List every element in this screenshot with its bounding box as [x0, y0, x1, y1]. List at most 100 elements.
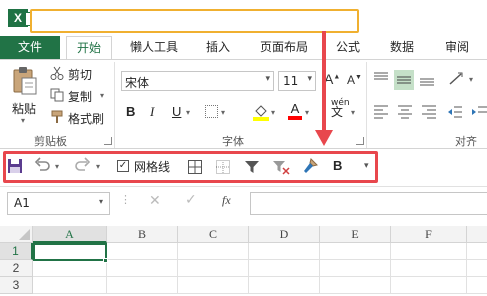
paste-button[interactable]: 粘贴 [12, 100, 36, 117]
cell[interactable] [467, 277, 487, 294]
paste-dropdown-icon[interactable]: ▾ [21, 116, 25, 125]
undo-dropdown-icon[interactable]: ▾ [55, 162, 59, 171]
name-box-dropdown-icon[interactable]: ▾ [99, 197, 103, 206]
bold-button[interactable]: B [126, 104, 135, 119]
enter-icon[interactable]: ✓ [185, 192, 197, 208]
format-painter-button[interactable]: 格式刷 [68, 110, 104, 127]
tab-insert[interactable]: 插入 [198, 36, 238, 59]
font-size-select[interactable]: 11 ▾ [278, 71, 316, 91]
tab-page-layout[interactable]: 页面布局 [254, 36, 314, 59]
customize-qat-icon[interactable]: ▾ [364, 161, 369, 171]
cell[interactable] [320, 243, 391, 260]
tab-data[interactable]: 数据 [382, 36, 422, 59]
copy-button[interactable]: 复制 [68, 88, 92, 105]
copy-dropdown-icon[interactable]: ▾ [100, 91, 104, 100]
cell[interactable] [178, 243, 249, 260]
italic-button[interactable]: I [150, 104, 154, 120]
cell[interactable] [249, 260, 320, 277]
tab-lazy-tools[interactable]: 懒人工具 [124, 36, 184, 59]
cell[interactable] [107, 260, 178, 277]
cell[interactable] [33, 277, 107, 294]
gridlines-checkbox[interactable]: ✓ [117, 160, 129, 172]
undo-icon[interactable] [34, 156, 50, 174]
increase-font-size-icon[interactable]: A▲ [324, 71, 340, 87]
font-size-dropdown-icon[interactable]: ▾ [307, 74, 312, 84]
name-box[interactable]: A1 [7, 192, 110, 215]
font-color-dropdown-icon[interactable]: ▾ [305, 108, 309, 117]
bold-qat-button[interactable]: B [333, 158, 342, 173]
cell[interactable] [107, 243, 178, 260]
cut-icon[interactable] [50, 66, 64, 80]
row-header-3[interactable]: 3 [0, 277, 33, 294]
column-header-g[interactable] [467, 226, 487, 243]
active-cell-a1[interactable] [33, 243, 107, 261]
tab-formulas[interactable]: 公式 [329, 36, 367, 59]
cell[interactable] [391, 277, 467, 294]
underline-dropdown-icon[interactable]: ▾ [186, 108, 190, 117]
format-painter-qat-icon[interactable] [302, 158, 318, 174]
align-left-icon[interactable] [372, 103, 390, 121]
font-launcher-icon[interactable] [356, 137, 364, 145]
clear-filter-icon[interactable] [272, 159, 290, 175]
borders-dropdown-icon[interactable]: ▾ [221, 108, 225, 117]
insert-function-icon[interactable]: fx [222, 193, 231, 208]
tab-file[interactable]: 文件 [0, 36, 60, 59]
phonetic-dropdown-icon[interactable]: ▾ [351, 108, 355, 117]
cancel-icon[interactable]: ✕ [149, 193, 161, 209]
row-header-2[interactable]: 2 [0, 260, 33, 277]
cell[interactable] [178, 277, 249, 294]
align-center-icon[interactable] [396, 103, 414, 121]
cell[interactable] [33, 260, 107, 277]
column-header-b[interactable]: B [107, 226, 178, 243]
cell[interactable] [320, 277, 391, 294]
cell[interactable] [320, 260, 391, 277]
tab-review[interactable]: 审阅 [437, 36, 477, 59]
column-header-a[interactable]: A [33, 226, 107, 243]
font-color-icon[interactable]: A [288, 101, 302, 120]
decrease-indent-icon[interactable] [446, 103, 464, 121]
cell[interactable] [467, 243, 487, 260]
formula-input[interactable] [250, 192, 487, 215]
copy-icon[interactable] [50, 88, 64, 102]
align-right-icon[interactable] [420, 103, 438, 121]
column-header-c[interactable]: C [178, 226, 249, 243]
underline-button[interactable]: U [172, 104, 181, 119]
fill-handle[interactable] [103, 258, 108, 263]
tab-home[interactable]: 开始 [66, 36, 112, 60]
decrease-font-size-icon[interactable]: A▼ [347, 73, 362, 87]
all-borders-icon[interactable] [188, 160, 202, 174]
column-header-d[interactable]: D [249, 226, 320, 243]
no-border-icon[interactable] [216, 160, 230, 174]
align-bottom-icon[interactable] [418, 70, 436, 88]
paste-icon[interactable] [12, 66, 38, 96]
redo-dropdown-icon[interactable]: ▾ [96, 162, 100, 171]
font-name-dropdown-icon[interactable]: ▾ [265, 74, 270, 84]
row-header-1[interactable]: 1 [0, 243, 33, 260]
phonetic-guide-button[interactable]: wén 文 [331, 99, 350, 119]
fill-color-icon[interactable] [253, 103, 269, 121]
cell[interactable] [391, 260, 467, 277]
borders-icon[interactable] [205, 105, 218, 118]
format-painter-icon[interactable] [50, 110, 64, 124]
column-header-e[interactable]: E [320, 226, 391, 243]
cell[interactable] [249, 243, 320, 260]
font-name-select[interactable]: 宋体 ▾ [121, 71, 274, 91]
filter-icon[interactable] [244, 159, 260, 175]
align-top-icon[interactable] [372, 70, 390, 88]
increase-indent-icon[interactable] [470, 103, 487, 121]
cut-button[interactable]: 剪切 [68, 66, 92, 83]
save-icon[interactable] [7, 158, 23, 174]
clipboard-launcher-icon[interactable] [104, 137, 112, 145]
cell[interactable] [391, 243, 467, 260]
column-header-f[interactable]: F [391, 226, 467, 243]
cell[interactable] [107, 277, 178, 294]
cell[interactable] [178, 260, 249, 277]
orientation-icon[interactable] [447, 70, 465, 88]
redo-icon[interactable] [75, 156, 91, 174]
orientation-dropdown-icon[interactable]: ▾ [469, 75, 473, 84]
select-all-button[interactable] [0, 226, 33, 243]
fill-color-dropdown-icon[interactable]: ▾ [271, 108, 275, 117]
align-middle-icon[interactable] [394, 70, 414, 90]
cell[interactable] [249, 277, 320, 294]
cell[interactable] [467, 260, 487, 277]
